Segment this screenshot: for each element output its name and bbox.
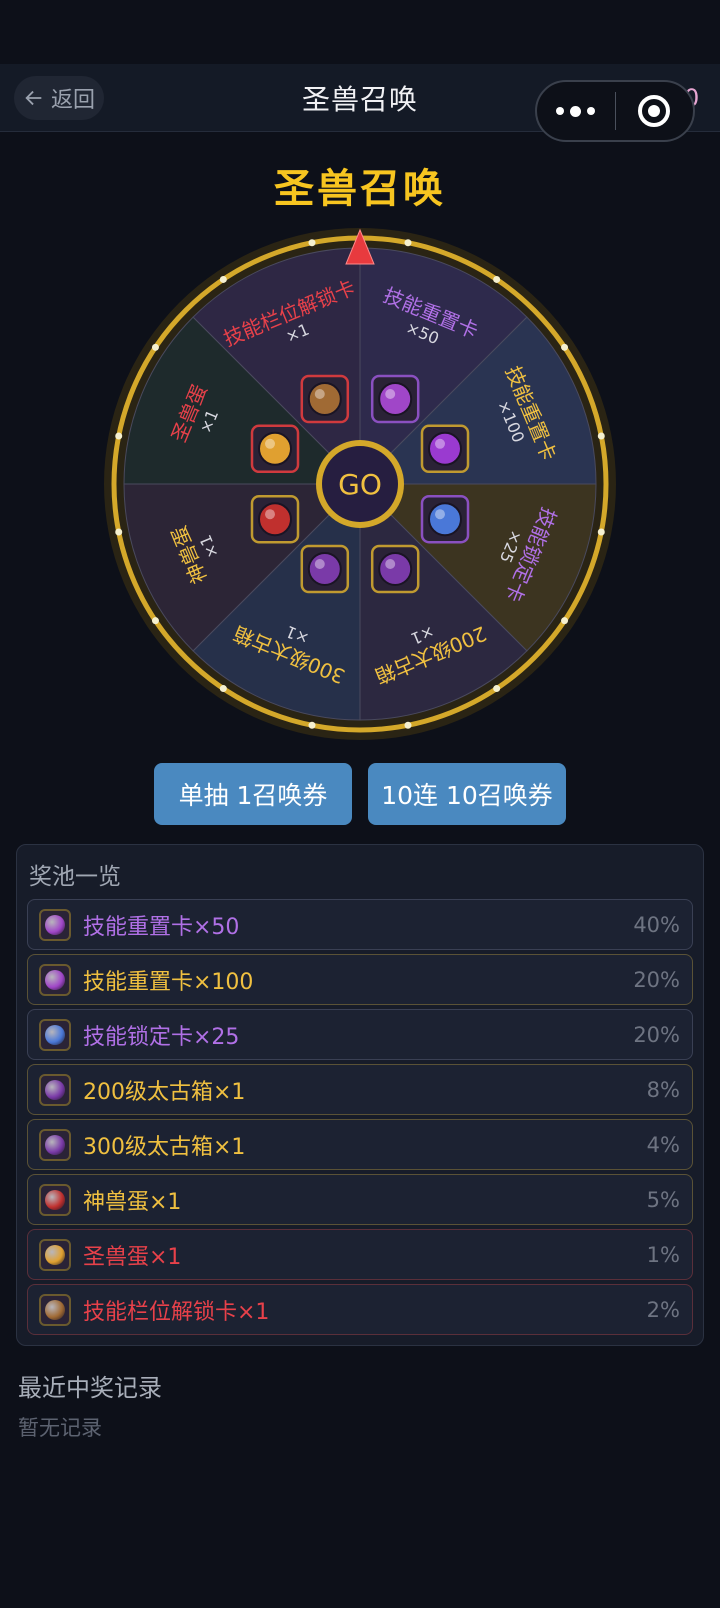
red-dragon-egg-icon	[258, 502, 293, 537]
pool-item-rate: 2%	[646, 1297, 680, 1322]
rim-light	[308, 721, 316, 729]
rim-light	[597, 528, 605, 536]
close-miniprogram-button[interactable]	[615, 93, 693, 129]
icon-highlight	[434, 438, 445, 449]
pool-item-rate: 40%	[633, 912, 680, 937]
purple-orb-icon	[39, 963, 71, 996]
pool-item-rate: 4%	[646, 1132, 680, 1157]
pool-item-rate: 20%	[633, 1022, 680, 1047]
icon-highlight	[314, 389, 325, 400]
go-button-label[interactable]: GO	[338, 468, 382, 501]
pool-item-name: 神兽蛋×1	[83, 1189, 182, 1215]
rim-light	[493, 275, 501, 283]
rim-light	[219, 275, 227, 283]
records-title: 最近中奖记录	[18, 1374, 162, 1402]
rim-light	[404, 239, 412, 247]
icon-highlight	[265, 509, 276, 520]
icon-highlight	[385, 558, 396, 569]
prize-wheel: 技能重置卡 ×50 技能重置卡 ×100 技能锁定卡 ×25 200级太古箱 ×1 300级太古…	[100, 224, 620, 744]
purple-egg-icon	[378, 551, 413, 586]
blue-crystal-icon	[39, 1018, 71, 1051]
pool-list: 技能重置卡×50 40% 技能重置卡×100 20% 技能锁定卡×25 20% 200级太古…	[27, 899, 693, 1339]
rim-light	[404, 721, 412, 729]
pool-item: 300级太古箱×1 4%	[27, 1119, 693, 1170]
pool-item-name: 技能栏位解锁卡×1	[83, 1299, 270, 1325]
pool-title: 奖池一览	[29, 864, 121, 890]
summon-heading: 圣兽召唤	[274, 166, 446, 212]
icon-highlight	[265, 438, 276, 449]
pool-item-name: 技能重置卡×50	[83, 914, 240, 940]
purple-orb-icon	[39, 908, 71, 941]
rim-light	[561, 343, 569, 351]
purple-egg-icon	[39, 1128, 71, 1161]
icon-highlight	[314, 558, 325, 569]
ten-draw-button[interactable]: 10连 10召唤券	[368, 763, 566, 825]
pool-item: 技能重置卡×100 20%	[27, 954, 693, 1005]
rim-light	[219, 685, 227, 693]
purple-cube-icon	[427, 431, 462, 466]
records-empty: 暂无记录	[18, 1416, 102, 1440]
pool-item-name: 圣兽蛋×1	[83, 1244, 182, 1270]
golden-egg-icon	[258, 431, 293, 466]
pool-item-name: 200级太古箱×1	[83, 1079, 246, 1105]
pool-item-rate: 8%	[646, 1077, 680, 1102]
purple-orb-icon	[378, 382, 413, 417]
red-dragon-egg-icon	[39, 1183, 71, 1216]
pool-item: 圣兽蛋×1 1%	[27, 1229, 693, 1280]
rim-light	[115, 432, 123, 440]
pool-item-name: 技能锁定卡×25	[83, 1024, 240, 1050]
rim-light	[561, 617, 569, 625]
pool-item: 200级太古箱×1 8%	[27, 1064, 693, 1115]
golden-egg-icon	[39, 1238, 71, 1271]
bronze-scroll-icon	[307, 382, 342, 417]
pool-item: 技能锁定卡×25 20%	[27, 1009, 693, 1060]
prize-pool-panel: 奖池一览 技能重置卡×50 40% 技能重置卡×100 20% 技能锁定卡×25 20% 2…	[16, 844, 704, 1346]
single-draw-button[interactable]: 单抽 1召唤券	[154, 763, 352, 825]
blue-crystal-icon	[427, 502, 462, 537]
pool-item-rate: 1%	[646, 1242, 680, 1267]
pool-item: 神兽蛋×1 5%	[27, 1174, 693, 1225]
icon-highlight	[385, 389, 396, 400]
pool-item: 技能重置卡×50 40%	[27, 899, 693, 950]
rim-light	[493, 685, 501, 693]
rim-light	[115, 528, 123, 536]
purple-egg-icon	[39, 1073, 71, 1106]
miniprogram-capsule	[535, 80, 695, 142]
target-icon	[638, 95, 671, 127]
more-menu-button[interactable]	[537, 105, 615, 117]
wheel-svg: 技能重置卡×50技能重置卡×100技能锁定卡×25200级太古箱×1300级太古…	[104, 228, 616, 740]
pool-item-rate: 20%	[633, 967, 680, 992]
icon-highlight	[434, 509, 445, 520]
pool-item-name: 300级太古箱×1	[83, 1134, 246, 1160]
rim-light	[308, 239, 316, 247]
more-dots-icon	[556, 107, 565, 115]
purple-egg-icon	[307, 551, 342, 586]
bronze-scroll-icon	[39, 1293, 71, 1326]
rim-light	[151, 343, 159, 351]
pool-item-rate: 5%	[646, 1187, 680, 1212]
rim-light	[597, 432, 605, 440]
pool-item-name: 技能重置卡×100	[83, 969, 254, 995]
pool-item: 技能栏位解锁卡×1 2%	[27, 1284, 693, 1335]
rim-light	[151, 617, 159, 625]
